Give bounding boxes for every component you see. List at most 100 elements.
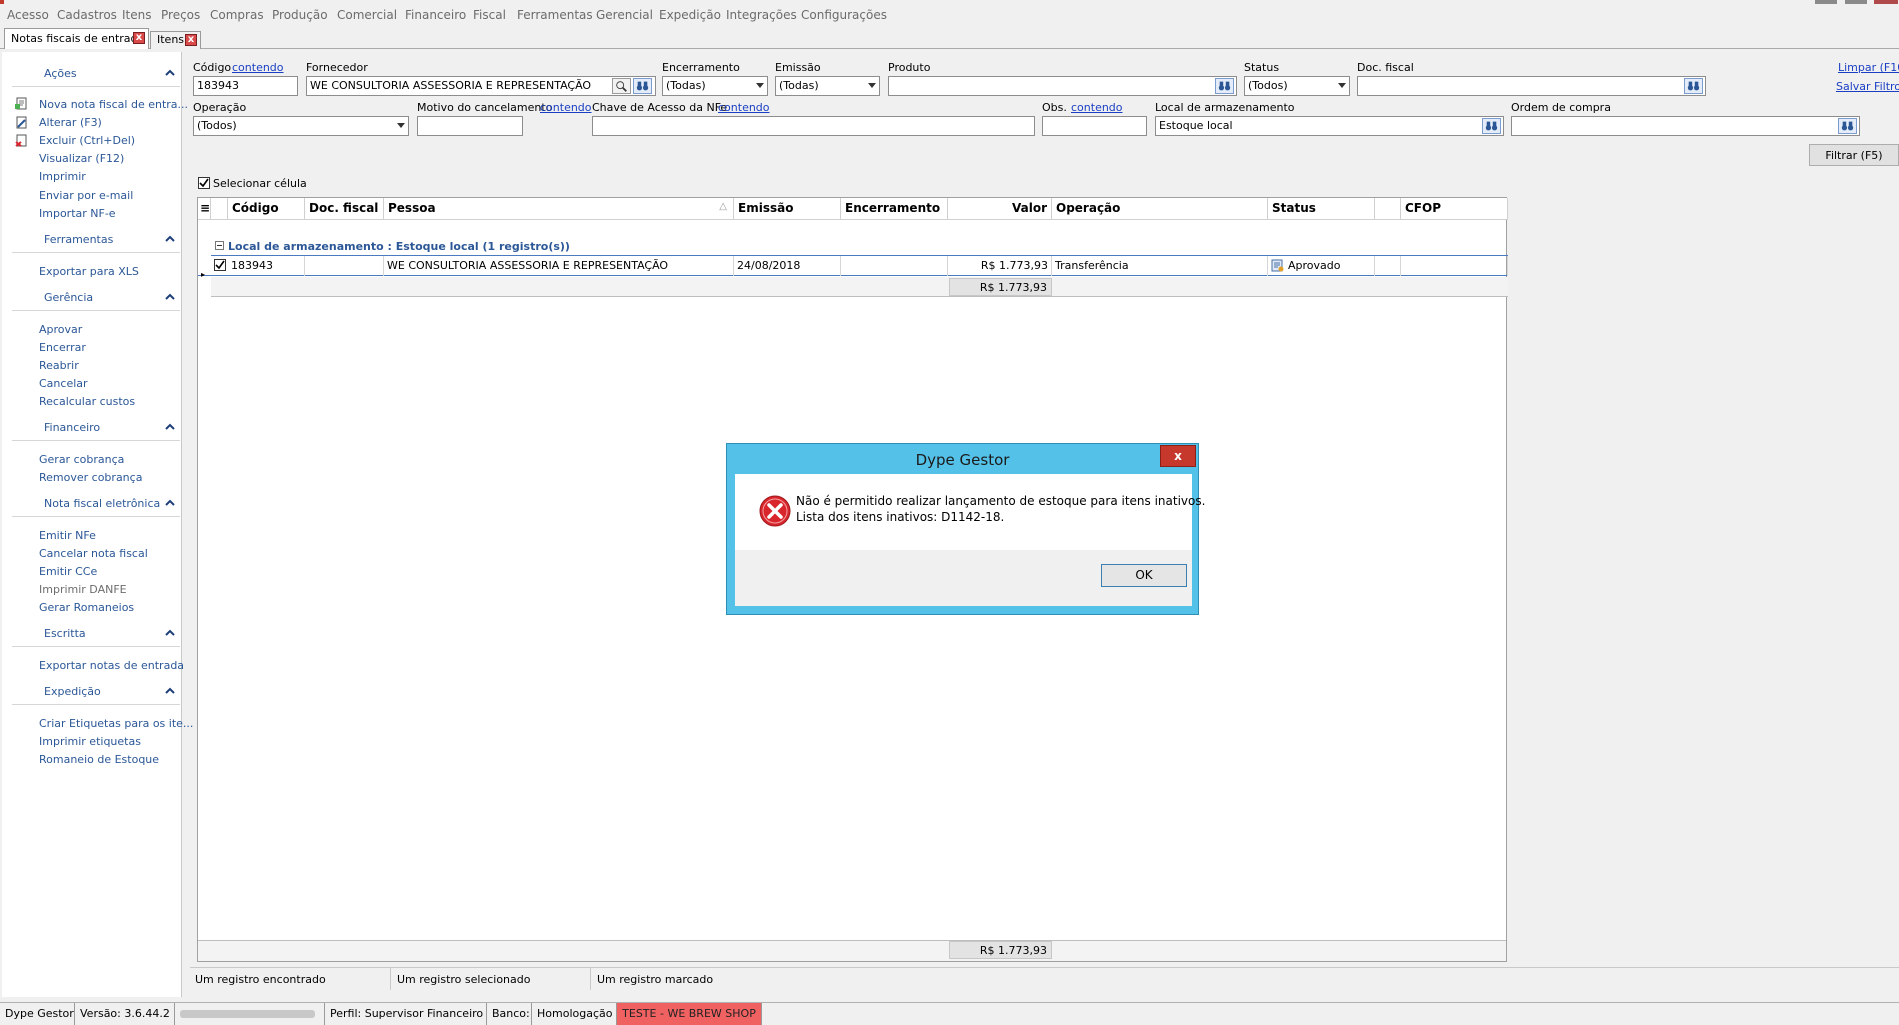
fornecedor-input[interactable]: WE CONSULTORIA ASSESSORIA E REPRESENTAÇÃ… <box>306 76 656 96</box>
operacao-select[interactable]: (Todos) <box>193 116 409 136</box>
menu-precos[interactable]: Preços <box>161 8 200 22</box>
sidebar-item-cancelar-nota[interactable]: Cancelar nota fiscal <box>39 547 148 560</box>
menu-configuracoes[interactable]: Configurações <box>801 8 887 22</box>
docfiscal-input[interactable] <box>1357 76 1706 96</box>
close-window-button[interactable] <box>1874 0 1898 4</box>
sidebar-item-aprovar[interactable]: Aprovar <box>39 323 82 336</box>
section-expedicao-header[interactable]: Expedição <box>2 682 180 705</box>
sidebar-item-exportar-notas[interactable]: Exportar notas de entrada <box>39 659 184 672</box>
limpar-link[interactable]: Limpar (F10) <box>1838 61 1899 74</box>
close-icon[interactable]: x <box>133 32 145 44</box>
chave-input[interactable] <box>592 116 1035 136</box>
col-header-emissao[interactable]: Emissão <box>734 198 841 220</box>
binoculars-icon[interactable] <box>633 78 652 94</box>
menu-comercial[interactable]: Comercial <box>337 8 397 22</box>
menu-financeiro[interactable]: Financeiro <box>405 8 466 22</box>
records-selected-text: Um registro selecionado <box>397 973 531 986</box>
motivo-contendo-link[interactable]: contendo <box>540 101 592 114</box>
sidebar-item-criar-etiquetas[interactable]: Criar Etiquetas para os ite... <box>39 717 193 730</box>
sidebar-item-gerar-cobranca[interactable]: Gerar cobrança <box>39 453 124 466</box>
section-acoes-header[interactable]: Ações <box>2 64 180 87</box>
binoculars-icon[interactable] <box>1215 78 1234 94</box>
sidebar-item-nova-nota[interactable]: Nova nota fiscal de entra... <box>39 98 188 111</box>
emissao-select[interactable]: (Todas) <box>775 76 880 96</box>
search-icon[interactable] <box>612 78 631 94</box>
status-label: Status <box>1244 61 1280 74</box>
sidebar-item-visualizar[interactable]: Visualizar (F12) <box>39 152 124 165</box>
sidebar-item-gerar-romaneios[interactable]: Gerar Romaneios <box>39 601 134 614</box>
col-header-encerramento[interactable]: Encerramento <box>841 198 948 220</box>
menu-compras[interactable]: Compras <box>210 8 264 22</box>
sidebar-item-recalcular-custos[interactable]: Recalcular custos <box>39 395 135 408</box>
section-ferramentas-header[interactable]: Ferramentas <box>2 230 180 253</box>
sidebar-item-romaneio-estoque[interactable]: Romaneio de Estoque <box>39 753 159 766</box>
sidebar-item-emitir-nfe[interactable]: Emitir NFe <box>39 529 96 542</box>
menu-gerencial[interactable]: Gerencial <box>596 8 653 22</box>
section-nfe-header[interactable]: Nota fiscal eletrônica <box>2 494 180 517</box>
sidebar-item-excluir[interactable]: Excluir (Ctrl+Del) <box>39 134 135 147</box>
col-header-doc-fiscal[interactable]: Doc. fiscal <box>305 198 384 220</box>
minimize-button[interactable] <box>1815 0 1837 4</box>
menu-cadastros[interactable]: Cadastros <box>57 8 117 22</box>
obs-contendo-link[interactable]: contendo <box>1071 101 1123 114</box>
sidebar-item-importar-nfe[interactable]: Importar NF-e <box>39 207 116 220</box>
ok-button[interactable]: OK <box>1101 564 1187 587</box>
codigo-input[interactable]: 183943 <box>193 76 298 96</box>
local-input[interactable]: Estoque local <box>1155 116 1504 136</box>
binoculars-icon[interactable] <box>1684 78 1703 94</box>
col-header-pessoa[interactable]: Pessoa △ <box>384 198 734 220</box>
sidebar-item-emitir-cce[interactable]: Emitir CCe <box>39 565 97 578</box>
sidebar-item-exportar-xls[interactable]: Exportar para XLS <box>39 265 139 278</box>
salvar-filtros-link[interactable]: Salvar Filtros <box>1836 80 1899 93</box>
column-chooser-icon[interactable]: ≡ <box>198 198 211 220</box>
status-select[interactable]: (Todos) <box>1244 76 1350 96</box>
sidebar-item-imprimir[interactable]: Imprimir <box>39 170 86 183</box>
menu-ferramentas[interactable]: Ferramentas <box>517 8 593 22</box>
section-escritta-header[interactable]: Escritta <box>2 624 180 647</box>
section-financeiro-header[interactable]: Financeiro <box>2 418 180 441</box>
close-icon[interactable]: x <box>185 34 197 46</box>
selecionar-celula-checkbox[interactable] <box>198 177 210 189</box>
section-gerencia-header[interactable]: Gerência <box>2 288 180 311</box>
col-header-cfop[interactable]: CFOP <box>1401 198 1508 220</box>
sidebar-item-imprimir-danfe[interactable]: Imprimir DANFE <box>39 583 127 596</box>
col-header-codigo[interactable]: Código <box>228 198 305 220</box>
row-select-checkbox[interactable] <box>214 259 226 271</box>
motivo-input[interactable] <box>417 116 523 136</box>
produto-input[interactable] <box>888 76 1237 96</box>
table-row[interactable]: ▸ 183943 WE CONSULTORIA ASSESSORIA E REP… <box>198 256 1508 279</box>
dialog-close-button[interactable]: x <box>1160 445 1196 467</box>
col-header-valor[interactable]: Valor <box>948 198 1052 220</box>
binoculars-icon[interactable] <box>1838 118 1857 134</box>
footer-total-valor: R$ 1.773,93 <box>949 941 1052 959</box>
encerramento-select[interactable]: (Todas) <box>662 76 768 96</box>
menu-integracoes[interactable]: Integrações <box>726 8 797 22</box>
tab-itens[interactable]: Itens x <box>150 31 201 49</box>
sidebar-item-alterar[interactable]: Alterar (F3) <box>39 116 102 129</box>
col-header-blank[interactable] <box>1375 198 1401 220</box>
menu-fiscal[interactable]: Fiscal <box>473 8 506 22</box>
sidebar-item-imprimir-etiquetas[interactable]: Imprimir etiquetas <box>39 735 141 748</box>
edit-document-icon <box>16 116 27 129</box>
collapse-group-icon[interactable] <box>215 241 224 250</box>
menu-acesso[interactable]: Acesso <box>7 8 49 22</box>
menu-producao[interactable]: Produção <box>272 8 328 22</box>
col-header-status[interactable]: Status <box>1268 198 1375 220</box>
actions-sidebar: Ações Nova nota fiscal de entra... Alter… <box>2 52 193 997</box>
codigo-contendo-link[interactable]: contendo <box>232 61 284 74</box>
filtrar-button[interactable]: Filtrar (F5) <box>1809 144 1899 166</box>
sidebar-item-enviar-email[interactable]: Enviar por e-mail <box>39 189 133 202</box>
obs-input[interactable] <box>1042 116 1147 136</box>
sidebar-item-reabrir[interactable]: Reabrir <box>39 359 79 372</box>
binoculars-icon[interactable] <box>1482 118 1501 134</box>
chave-contendo-link[interactable]: contendo <box>718 101 770 114</box>
maximize-button[interactable] <box>1845 0 1867 4</box>
tab-notas-fiscais-entrada[interactable]: Notas fiscais de entrada x <box>4 28 149 49</box>
ordem-input[interactable] <box>1511 116 1860 136</box>
col-header-operacao[interactable]: Operação <box>1052 198 1268 220</box>
sidebar-item-remover-cobranca[interactable]: Remover cobrança <box>39 471 142 484</box>
sidebar-item-cancelar[interactable]: Cancelar <box>39 377 88 390</box>
sidebar-item-encerrar[interactable]: Encerrar <box>39 341 86 354</box>
menu-itens[interactable]: Itens <box>122 8 151 22</box>
menu-expedicao[interactable]: Expedição <box>659 8 721 22</box>
